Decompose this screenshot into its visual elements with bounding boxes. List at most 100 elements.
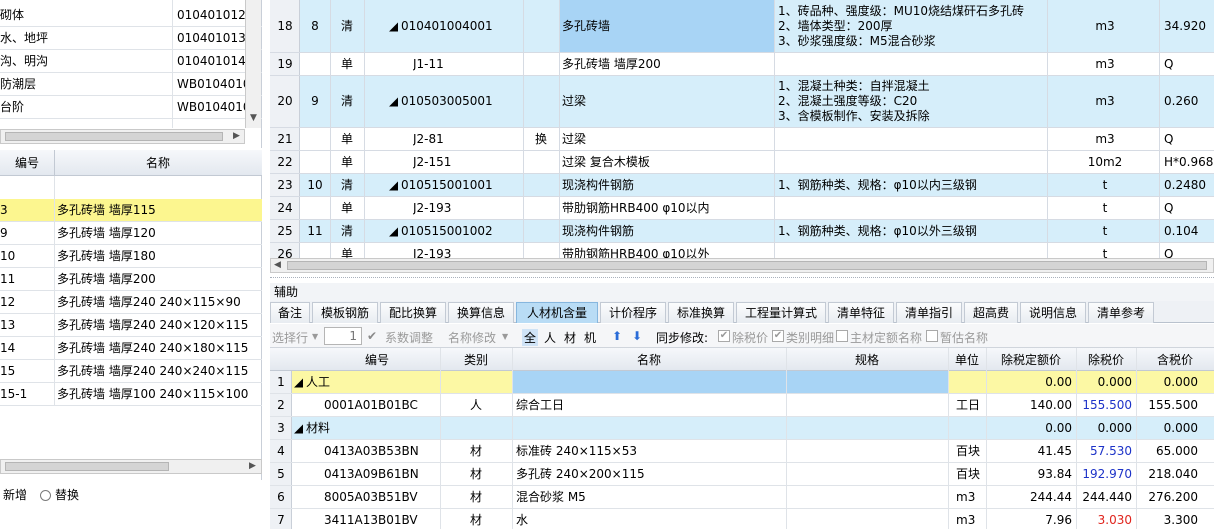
table-row[interactable]: 9 多孔砖墙 墙厚120 xyxy=(0,222,262,245)
expand-icon[interactable]: ◢ xyxy=(389,178,398,193)
tab-bill-features[interactable]: 清单特征 xyxy=(828,302,894,323)
checkbox-temp-name-label[interactable]: 暂估名称 xyxy=(940,329,988,346)
filter-machine-button[interactable]: 机 xyxy=(584,329,596,346)
tab-conversion-info[interactable]: 换算信息 xyxy=(448,302,514,323)
table-row[interactable]: 26 单 J2-193 带肋钢筋HRB400 φ10以外 t Q xyxy=(270,243,1214,258)
scroll-right-icon[interactable]: ▶ xyxy=(249,461,256,471)
column-header-unit[interactable]: 单位 xyxy=(948,353,986,368)
list-item[interactable]: 水、地坪 010401013 xyxy=(0,27,262,50)
chevron-down-icon[interactable]: ▼ xyxy=(502,332,508,341)
chevron-down-icon[interactable]: ▼ xyxy=(312,332,318,341)
table-row[interactable]: 18 8 清 ◢ 010401004001 多孔砖墙 1、砖品种、强度级：MU1… xyxy=(270,0,1214,53)
table-row[interactable]: 6 8005A03B51BV 材 混合砂浆 M5 m3 244.44 244.4… xyxy=(270,486,1214,509)
table-row[interactable]: 3 多孔砖墙 墙厚115 xyxy=(0,199,262,222)
vertical-scrollbar[interactable]: ▼ xyxy=(245,0,261,128)
tab-height-fee[interactable]: 超高费 xyxy=(964,302,1018,323)
table-row[interactable]: 21 单 J2-81 换 过梁 m3 Q xyxy=(270,128,1214,151)
scroll-left-icon[interactable]: ◀ xyxy=(274,260,281,270)
filter-labor-button[interactable]: 人 xyxy=(544,329,556,346)
checkbox-category-label[interactable]: 类别明细 xyxy=(786,329,834,346)
column-header-name[interactable]: 名称 xyxy=(512,353,786,368)
move-up-icon[interactable]: ⬆ xyxy=(612,329,622,343)
checkbox-main-material-label[interactable]: 主材定额名称 xyxy=(850,329,922,346)
horizontal-scrollbar[interactable]: ▶ xyxy=(0,459,262,474)
table-row[interactable]: 20 9 清 ◢ 010503005001 过梁 1、混凝土种类：自拌混凝土 2… xyxy=(270,76,1214,128)
table-row[interactable]: 7 3411A13B01BV 材 水 m3 7.96 3.030 3.300 xyxy=(270,509,1214,529)
collapse-icon[interactable]: ◢ xyxy=(294,375,303,390)
table-row[interactable]: 4 0413A03B53BN 材 标准砖 240×115×53 百块 41.45… xyxy=(270,440,1214,463)
tab-remark[interactable]: 备注 xyxy=(270,302,310,323)
column-header-code[interactable]: 编号 xyxy=(292,353,462,368)
tab-resource-content[interactable]: 人材机含量 xyxy=(516,302,598,323)
table-row[interactable]: 14 多孔砖墙 墙厚240 240×180×115 xyxy=(0,337,262,360)
table-row[interactable]: 22 单 J2-151 过梁 复合木模板 10m2 H*0.968 xyxy=(270,151,1214,174)
table-row[interactable]: 15 多孔砖墙 墙厚240 240×240×115 xyxy=(0,360,262,383)
horizontal-scrollbar[interactable]: ▶ xyxy=(0,129,245,144)
table-row[interactable]: 2 0001A01B01BC 人 综合工日 工日 140.00 155.500 … xyxy=(270,394,1214,417)
row-net-price[interactable]: 57.530 xyxy=(1076,444,1132,459)
radio-new-label[interactable]: 新增 xyxy=(3,488,27,503)
checkbox-category[interactable]: ✔ xyxy=(772,330,784,342)
scrollbar-thumb[interactable] xyxy=(5,132,223,141)
scroll-down-icon[interactable]: ▼ xyxy=(250,113,257,123)
coef-adjust-button[interactable]: 系数调整 xyxy=(385,329,433,346)
column-header-category[interactable]: 类别 xyxy=(440,353,512,368)
column-header-gross-price[interactable]: 含税价 xyxy=(1136,353,1214,368)
radio-replace-label[interactable]: 替换 xyxy=(55,488,79,503)
tab-bill-guide[interactable]: 清单指引 xyxy=(896,302,962,323)
horizontal-scrollbar[interactable]: ◀ xyxy=(270,258,1214,273)
table-row[interactable]: 1 ◢ 人工 0.00 0.000 0.000 xyxy=(270,371,1214,394)
column-header-net-price[interactable]: 除税价 xyxy=(1076,353,1136,368)
expand-icon[interactable]: ◢ xyxy=(389,224,398,239)
column-header-base-price[interactable]: 除税定额价 xyxy=(986,353,1076,368)
filter-material-button[interactable]: 材 xyxy=(564,329,576,346)
table-row[interactable]: 10 多孔砖墙 墙厚180 xyxy=(0,245,262,268)
row-net-price[interactable]: 192.970 xyxy=(1076,467,1132,482)
move-down-icon[interactable]: ⬇ xyxy=(632,329,642,343)
tab-bill-reference[interactable]: 清单参考 xyxy=(1088,302,1154,323)
table-row[interactable]: 5 0413A09B61BN 材 多孔砖 240×200×115 百块 93.8… xyxy=(270,463,1214,486)
tab-standard-conversion[interactable]: 标准换算 xyxy=(668,302,734,323)
checkbox-tax[interactable]: ✔ xyxy=(718,330,730,342)
expand-icon[interactable]: ◢ xyxy=(389,94,398,109)
list-item[interactable]: 台阶 WB01040101 xyxy=(0,96,262,119)
tab-quantity-formula[interactable]: 工程量计算式 xyxy=(736,302,826,323)
scrollbar-thumb[interactable] xyxy=(5,462,169,471)
scroll-right-icon[interactable]: ▶ xyxy=(233,131,240,141)
table-row[interactable]: 25 11 清 ◢ 010515001002 现浇构件钢筋 1、钢筋种类、规格：… xyxy=(270,220,1214,243)
checkbox-tax-label[interactable]: 除税价 xyxy=(732,329,768,346)
list-item[interactable]: 防潮层 WB01040101 xyxy=(0,73,262,96)
column-header-code[interactable]: 编号 xyxy=(0,156,54,171)
table-row[interactable]: 24 单 J2-193 带肋钢筋HRB400 φ10以内 t Q xyxy=(270,197,1214,220)
row-net-price[interactable]: 244.440 xyxy=(1076,490,1132,505)
table-row[interactable]: 13 多孔砖墙 墙厚240 240×120×115 xyxy=(0,314,262,337)
row-net-price[interactable]: 3.030 xyxy=(1076,513,1132,528)
tab-pricing-procedure[interactable]: 计价程序 xyxy=(600,302,666,323)
table-row[interactable]: 12 多孔砖墙 墙厚240 240×115×90 xyxy=(0,291,262,314)
table-row[interactable]: 23 10 清 ◢ 010515001001 现浇构件钢筋 1、钢筋种类、规格：… xyxy=(270,174,1214,197)
filter-all-button[interactable]: 全 xyxy=(522,329,539,346)
column-header-name[interactable]: 名称 xyxy=(54,156,262,171)
tab-mix-conversion[interactable]: 配比换算 xyxy=(380,302,446,323)
list-item[interactable] xyxy=(0,119,262,128)
table-row[interactable]: 15-1 多孔砖墙 墙厚100 240×115×100 xyxy=(0,383,262,406)
tab-template-rebar[interactable]: 模板钢筋 xyxy=(312,302,378,323)
splitter[interactable] xyxy=(270,277,1214,278)
expand-icon[interactable]: ◢ xyxy=(389,19,398,34)
scrollbar-thumb[interactable] xyxy=(287,261,1207,270)
collapse-icon[interactable]: ◢ xyxy=(294,421,303,436)
list-item[interactable]: 沟、明沟 010401014 xyxy=(0,50,262,73)
table-row[interactable]: 3 ◢ 材料 0.00 0.000 0.000 xyxy=(270,417,1214,440)
tab-description[interactable]: 说明信息 xyxy=(1020,302,1086,323)
name-modify-button[interactable]: 名称修改 xyxy=(448,329,496,346)
table-row[interactable]: 19 单 J1-11 多孔砖墙 墙厚200 m3 Q xyxy=(270,53,1214,76)
row-net-price[interactable]: 155.500 xyxy=(1076,398,1132,413)
column-header-spec[interactable]: 规格 xyxy=(786,353,948,368)
list-item[interactable]: 砌体 010401012 xyxy=(0,4,262,27)
number-input[interactable]: 1 xyxy=(324,327,362,345)
radio-replace[interactable] xyxy=(40,490,51,501)
checkbox-main-material[interactable] xyxy=(836,330,848,342)
select-row-dropdown[interactable]: 选择行 xyxy=(272,329,308,346)
checkbox-temp-name[interactable] xyxy=(926,330,938,342)
table-row[interactable]: 11 多孔砖墙 墙厚200 xyxy=(0,268,262,291)
